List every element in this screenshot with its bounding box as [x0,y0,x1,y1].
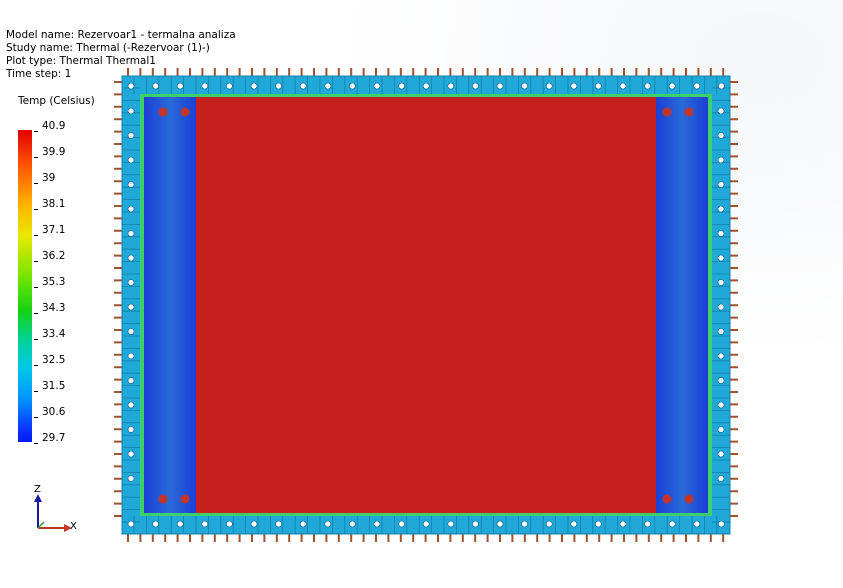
frame-hole [717,475,725,482]
frame-hole [693,520,701,528]
frame-hole [717,426,725,433]
bolt [684,107,694,117]
right-cold-panel [656,97,708,513]
frame-hole [250,520,258,528]
frame-hole [127,352,135,360]
frame-hole [717,181,725,188]
frame-hole [127,303,135,311]
frame-hole [693,82,701,90]
frame-hole [349,82,356,90]
frame-hole [127,426,135,433]
frame-hole [717,279,725,286]
frame-hole [619,82,627,90]
frame-hole [226,82,233,90]
bolt [684,494,694,504]
frame-hole [496,82,504,90]
frame-hole [619,520,627,528]
frame-hole [545,82,553,90]
frame-hole [717,107,725,115]
frame-hole [521,82,528,90]
frame-hole [644,520,651,528]
frame-hole [668,520,676,528]
frame-hole [324,82,332,90]
frame-hole [398,82,405,90]
frame-hole [127,107,135,115]
frame-hole [398,520,405,528]
frame-hole [472,520,479,528]
frame-hole [717,254,725,262]
frame-hole [127,82,135,90]
frame-hole [717,132,725,139]
thermal-plot-viewport[interactable] [0,0,843,588]
frame-hole [717,328,725,335]
frame-hole [521,520,528,528]
axis-triad: Z X [28,484,78,540]
bolt [158,107,168,117]
frame-hole [422,82,430,90]
frame-hole [668,82,676,90]
frame-hole [152,520,159,528]
frame-hole [717,205,725,213]
frame-hole [127,132,135,139]
frame-hole [545,520,553,528]
frame-hole [373,82,381,90]
frame-hole [717,156,725,164]
frame-hole [127,254,135,262]
frame-hole [226,520,233,528]
frame-hole [127,520,135,528]
frame-hole [717,230,725,237]
frame-hole [717,401,725,409]
frame-hole [718,82,725,90]
frame-hole [373,520,381,528]
x-axis-label: X [70,521,77,532]
frame-hole [595,520,602,528]
frame-hole [176,520,184,528]
left-cold-panel [144,97,196,513]
frame-hole [127,181,135,188]
bolt [662,107,672,117]
frame-hole [447,82,455,90]
hot-center-region [196,97,656,513]
frame-hole [570,520,578,528]
bolt [180,494,190,504]
frame-hole [496,520,504,528]
frame-hole [152,82,159,90]
frame-hole [324,520,332,528]
frame-hole [127,401,135,409]
frame-hole [422,520,430,528]
frame-hole [201,82,209,90]
frame-hole [127,328,135,335]
frame-hole [717,303,725,311]
frame-hole [718,520,725,528]
z-axis-label: Z [34,484,41,495]
frame-hole [127,279,135,286]
frame-hole [275,520,282,528]
frame-hole [250,82,258,90]
frame-hole [570,82,578,90]
frame-hole [127,377,135,384]
frame-hole [299,520,307,528]
frame-hole [201,520,209,528]
frame-hole [644,82,651,90]
frame-hole [595,82,602,90]
frame-hole [127,156,135,164]
frame-hole [127,475,135,482]
frame-hole [127,205,135,213]
bolt [662,494,672,504]
frame-hole [275,82,282,90]
frame-hole [717,352,725,360]
bolt [180,107,190,117]
frame-hole [127,230,135,237]
bolt [158,494,168,504]
frame-hole [717,450,725,458]
frame-hole [176,82,184,90]
frame-hole [349,520,356,528]
frame-hole [447,520,455,528]
frame-hole [717,377,725,384]
frame-hole [127,450,135,458]
frame-hole [472,82,479,90]
frame-hole [299,82,307,90]
